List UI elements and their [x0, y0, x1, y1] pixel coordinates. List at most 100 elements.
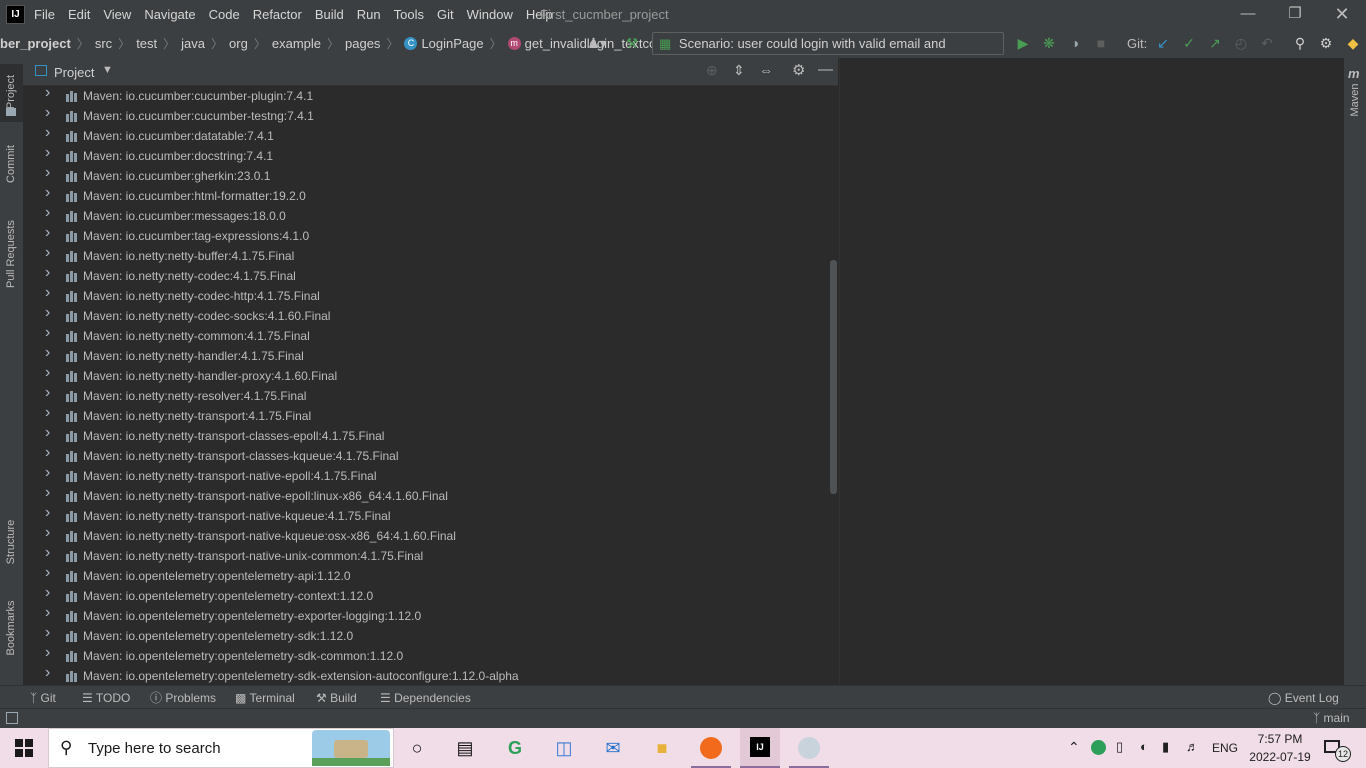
menu-navigate[interactable]: Navigate: [144, 7, 195, 22]
chevron-right-icon[interactable]: ›: [45, 304, 50, 322]
coverage-icon[interactable]: ◑: [1065, 33, 1085, 53]
tree-row[interactable]: › Maven: io.netty:netty-transport-native-…: [23, 484, 823, 506]
menu-build[interactable]: Build: [315, 7, 344, 22]
tree-row[interactable]: › Maven: io.netty:netty-resolver:4.1.75.F…: [23, 384, 823, 406]
tray-device-icon[interactable]: ▯: [1116, 739, 1123, 755]
tree-row[interactable]: › Maven: io.netty:netty-transport-native-…: [23, 464, 823, 486]
chevron-right-icon[interactable]: ›: [45, 264, 50, 282]
tree-row[interactable]: › Maven: io.opentelemetry:opentelemetry-c…: [23, 584, 823, 606]
git-history-icon[interactable]: ◴: [1231, 33, 1251, 53]
search-icon[interactable]: ⚲: [1290, 33, 1310, 53]
clock-date[interactable]: 2022-07-19: [1248, 750, 1312, 764]
locate-file-icon[interactable]: ⊕: [706, 62, 718, 79]
chevron-right-icon[interactable]: ›: [45, 564, 50, 582]
tree-row[interactable]: › Maven: io.netty:netty-transport-native-…: [23, 524, 823, 546]
expand-all-icon[interactable]: ⇕: [733, 62, 745, 79]
chevron-right-icon[interactable]: ›: [45, 504, 50, 522]
breadcrumb-pages[interactable]: pages: [345, 36, 380, 51]
tree-row[interactable]: › Maven: io.netty:netty-codec:4.1.75.Fina…: [23, 264, 823, 286]
tree-row[interactable]: › Maven: io.netty:netty-transport-native-…: [23, 544, 823, 566]
task-view-icon[interactable]: ▤: [450, 734, 480, 762]
chevron-right-icon[interactable]: ›: [45, 124, 50, 142]
tree-row[interactable]: › Maven: io.cucumber:html-formatter:19.2.…: [23, 184, 823, 206]
tray-app-icon[interactable]: [1091, 740, 1106, 755]
tree-row[interactable]: › Maven: io.netty:netty-common:4.1.75.Fin…: [23, 324, 823, 346]
tool-tab-todo[interactable]: ☰ TODO: [82, 688, 130, 708]
explorer-window-icon[interactable]: ◫: [549, 734, 579, 762]
chevron-right-icon[interactable]: ›: [45, 444, 50, 462]
tool-tab-bookmarks[interactable]: Bookmarks: [0, 598, 23, 666]
chevron-right-icon[interactable]: ›: [45, 364, 50, 382]
toggle-tool-windows-icon[interactable]: [6, 712, 18, 724]
menu-refactor[interactable]: Refactor: [253, 7, 302, 22]
intellij-taskbar-button[interactable]: IJ: [740, 728, 780, 768]
chevron-right-icon[interactable]: ›: [45, 624, 50, 642]
wifi-icon[interactable]: ◐: [1140, 739, 1148, 754]
tool-tab-terminal[interactable]: ▩ Terminal: [235, 688, 295, 708]
tree-row[interactable]: › Maven: io.cucumber:tag-expressions:4.1.…: [23, 224, 823, 246]
chevron-right-icon[interactable]: ›: [45, 164, 50, 182]
git-update-icon[interactable]: ↙: [1153, 33, 1173, 53]
tree-scrollbar[interactable]: [830, 260, 837, 494]
tool-tab-event-log[interactable]: ◯ Event Log: [1268, 688, 1339, 708]
chevron-right-icon[interactable]: ›: [45, 424, 50, 442]
tree-row[interactable]: › Maven: io.cucumber:gherkin:23.0.1: [23, 164, 823, 186]
grammarly-icon[interactable]: G: [500, 734, 530, 762]
tree-row[interactable]: › Maven: io.cucumber:docstring:7.4.1: [23, 144, 823, 166]
file-explorer-icon[interactable]: ■: [647, 734, 677, 762]
git-push-icon[interactable]: ↗: [1205, 33, 1225, 53]
git-rollback-icon[interactable]: ↶: [1257, 33, 1277, 53]
chevron-right-icon[interactable]: ›: [45, 464, 50, 482]
chevron-right-icon[interactable]: ›: [45, 86, 50, 102]
restore-icon[interactable]: ❐: [1285, 4, 1305, 24]
tool-tab-git[interactable]: ᛉ Git: [30, 688, 56, 708]
tree-row[interactable]: › Maven: io.cucumber:cucumber-plugin:7.4.…: [23, 86, 823, 106]
tool-tab-commit[interactable]: Commit: [0, 136, 23, 194]
chevron-right-icon[interactable]: ›: [45, 344, 50, 362]
paint-taskbar-button[interactable]: [789, 728, 829, 768]
run-configuration-select[interactable]: ▦ Scenario: user could login with valid …: [652, 32, 1004, 72]
add-user-dropdown-icon[interactable]: ♟▾: [583, 33, 611, 53]
menu-git[interactable]: Git: [437, 7, 454, 22]
tree-row[interactable]: › Maven: io.netty:netty-codec-http:4.1.75…: [23, 284, 823, 306]
tool-tab-structure[interactable]: Structure: [0, 514, 23, 576]
clock-time[interactable]: 7:57 PM: [1250, 732, 1310, 746]
menu-view[interactable]: View: [103, 7, 131, 22]
tree-row[interactable]: › Maven: io.opentelemetry:opentelemetry-s…: [23, 664, 823, 685]
chevron-right-icon[interactable]: ›: [45, 244, 50, 262]
menu-code[interactable]: Code: [209, 7, 240, 22]
tree-row[interactable]: › Maven: io.opentelemetry:opentelemetry-s…: [23, 624, 823, 646]
hide-panel-icon[interactable]: —: [818, 61, 833, 78]
debug-icon[interactable]: ❋: [1039, 33, 1059, 53]
menu-edit[interactable]: Edit: [68, 7, 90, 22]
language-indicator[interactable]: ENG: [1212, 741, 1238, 755]
chevron-right-icon[interactable]: ›: [45, 104, 50, 122]
chevron-right-icon[interactable]: ›: [45, 324, 50, 342]
chevron-right-icon[interactable]: ›: [45, 204, 50, 222]
cortana-icon[interactable]: ○: [402, 734, 432, 762]
show-hidden-icons-chevron-up-icon[interactable]: ⌃: [1068, 739, 1080, 756]
chevron-right-icon[interactable]: ›: [45, 224, 50, 242]
project-panel-title[interactable]: Project: [54, 65, 94, 80]
breadcrumb-src[interactable]: src: [95, 36, 112, 51]
chevron-right-icon[interactable]: ›: [45, 544, 50, 562]
tree-row[interactable]: › Maven: io.opentelemetry:opentelemetry-e…: [23, 604, 823, 626]
close-icon[interactable]: ✕: [1332, 4, 1352, 24]
tool-tab-problems[interactable]: ⓘ Problems: [150, 688, 216, 708]
menu-run[interactable]: Run: [357, 7, 381, 22]
chevron-right-icon[interactable]: ›: [45, 584, 50, 602]
chevron-right-icon[interactable]: ›: [45, 144, 50, 162]
tree-row[interactable]: › Maven: io.netty:netty-handler:4.1.75.Fi…: [23, 344, 823, 366]
chevron-right-icon[interactable]: ›: [45, 284, 50, 302]
tree-row[interactable]: › Maven: io.cucumber:datatable:7.4.1: [23, 124, 823, 146]
menu-tools[interactable]: Tools: [394, 7, 424, 22]
tree-row[interactable]: › Maven: io.cucumber:cucumber-testng:7.4.…: [23, 104, 823, 126]
tree-row[interactable]: › Maven: io.netty:netty-transport:4.1.75.…: [23, 404, 823, 426]
chevron-right-icon[interactable]: ›: [45, 604, 50, 622]
chevron-right-icon[interactable]: ›: [45, 404, 50, 422]
collapse-all-icon[interactable]: ⇔: [759, 62, 773, 78]
menu-window[interactable]: Window: [467, 7, 513, 22]
chevron-right-icon[interactable]: ›: [45, 484, 50, 502]
tree-row[interactable]: › Maven: io.netty:netty-transport-native-…: [23, 504, 823, 526]
chevron-right-icon[interactable]: ›: [45, 524, 50, 542]
